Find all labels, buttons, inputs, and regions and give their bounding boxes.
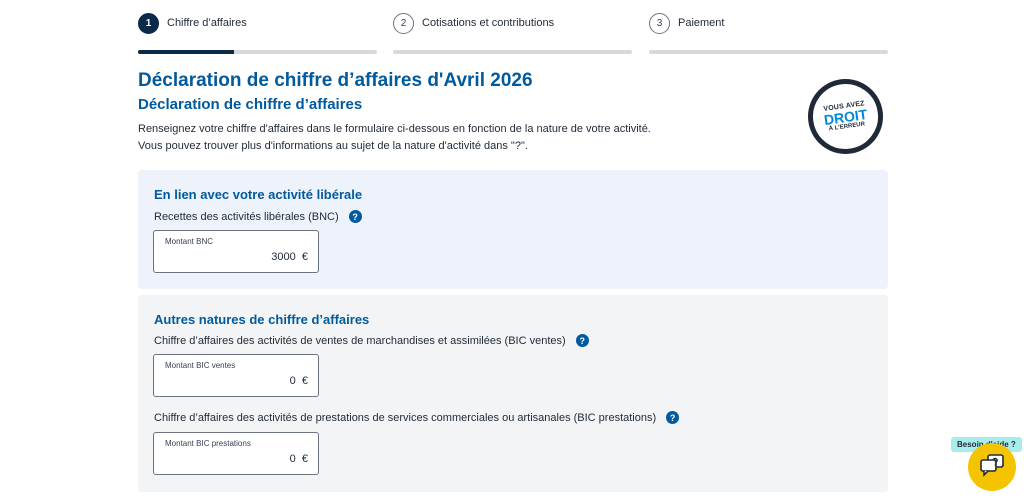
step-label: Paiement: [678, 17, 725, 29]
input-placeholder: Montant BIC ventes: [165, 361, 236, 370]
section-title: Autres natures de chiffre d’affaires: [154, 312, 370, 327]
step-chiffre-affaires[interactable]: 1 Chiffre d’affaires: [138, 12, 377, 54]
step-progress-bar: [138, 50, 377, 54]
bic-ventes-label: Chiffre d’affaires des activités de vent…: [154, 334, 589, 347]
bnc-input[interactable]: Montant BNC 3000 €: [153, 230, 319, 273]
field-label-text: Recettes des activités libérales (BNC): [154, 210, 339, 223]
page-subtitle: Déclaration de chiffre d’affaires: [138, 96, 363, 113]
stepper: 1 Chiffre d’affaires 2 Cotisations et co…: [138, 0, 888, 56]
step-cotisations[interactable]: 2 Cotisations et contributions: [393, 12, 632, 54]
input-placeholder: Montant BIC prestations: [165, 439, 251, 448]
intro-line: Renseignez votre chiffre d'affaires dans…: [138, 123, 651, 135]
intro-line: Vous pouvez trouver plus d'informations …: [138, 140, 528, 152]
amount: 0: [289, 453, 296, 465]
step-progress-bar: [649, 50, 888, 54]
bic-ventes-input[interactable]: Montant BIC ventes 0 €: [153, 354, 319, 397]
amount: 0: [289, 375, 296, 387]
help-chat-button[interactable]: [968, 443, 1016, 491]
page-title: Déclaration de chiffre d’affaires d'Avri…: [138, 70, 533, 91]
step-progress-fill: [138, 50, 234, 54]
input-placeholder: Montant BNC: [165, 237, 214, 246]
step-number: 2: [393, 12, 414, 34]
step-label: Cotisations et contributions: [422, 17, 555, 29]
bic-prestations-input[interactable]: Montant BIC prestations 0 €: [153, 432, 319, 475]
step-paiement[interactable]: 3 Paiement: [649, 12, 888, 54]
step-progress-bar: [393, 50, 632, 54]
autres-section: Autres natures de chiffre d’affaires Chi…: [138, 295, 888, 492]
step-label: Chiffre d’affaires: [167, 17, 247, 29]
intro-text: Renseignez votre chiffre d'affaires dans…: [138, 121, 651, 155]
bic-prestations-label: Chiffre d’affaires des activités de pres…: [154, 411, 680, 424]
help-icon[interactable]: ?: [575, 334, 589, 347]
liberal-section: En lien avec votre activité libérale Rec…: [138, 170, 888, 289]
currency: €: [301, 453, 308, 465]
section-title: En lien avec votre activité libérale: [154, 187, 363, 202]
step-number: 3: [649, 12, 670, 34]
input-value: 0 €: [290, 375, 308, 387]
input-value: 3000 €: [271, 251, 308, 263]
chat-help-icon: [979, 453, 1005, 482]
help-icon[interactable]: ?: [348, 210, 362, 223]
help-icon[interactable]: ?: [666, 411, 680, 424]
bnc-label: Recettes des activités libérales (BNC) ?: [154, 210, 362, 223]
amount: 3000: [271, 251, 296, 263]
step-number: 1: [138, 12, 159, 34]
droit-erreur-badge[interactable]: VOUS AVEZ DROIT À L'ERREUR: [806, 77, 885, 156]
input-value: 0 €: [290, 453, 308, 465]
currency: €: [301, 375, 308, 387]
field-label-text: Chiffre d’affaires des activités de pres…: [154, 411, 657, 424]
currency: €: [301, 251, 308, 263]
field-label-text: Chiffre d’affaires des activités de vent…: [154, 334, 566, 347]
